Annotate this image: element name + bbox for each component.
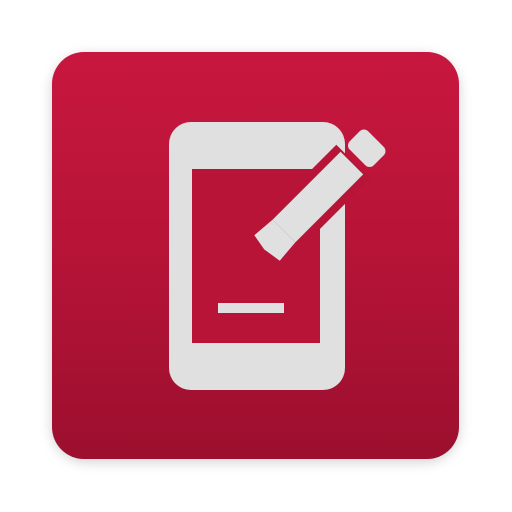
app-launcher-icon[interactable] (52, 52, 459, 459)
phone-with-pencil-icon (169, 122, 386, 390)
icon-canvas (0, 0, 512, 512)
writing-line (218, 303, 284, 313)
